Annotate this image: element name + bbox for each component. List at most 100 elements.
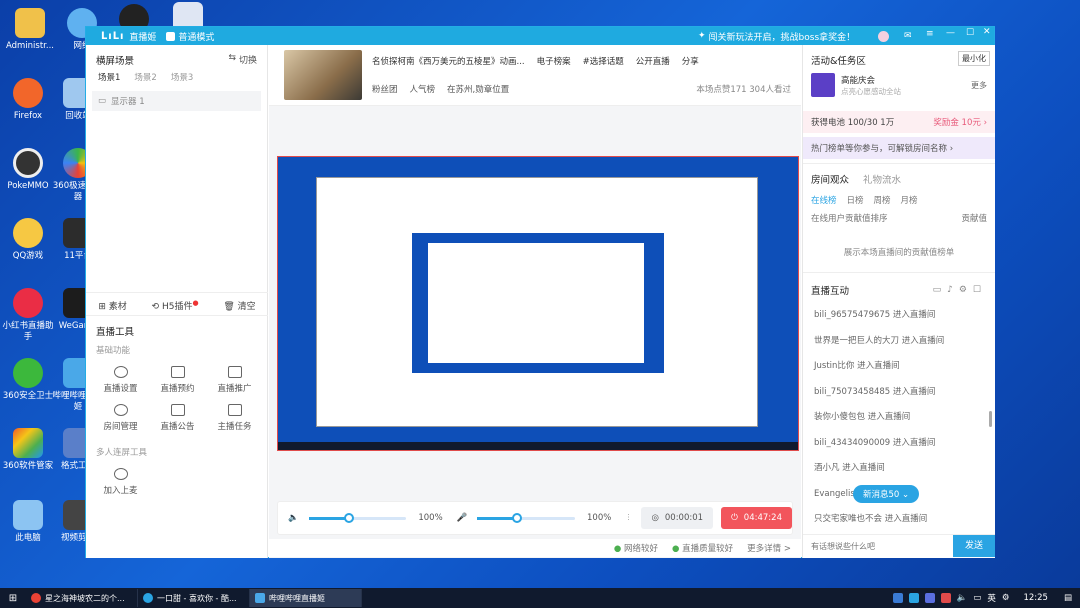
tab-month-rank[interactable]: 月榜 [901, 194, 918, 206]
taskbar-item-bililive[interactable]: 哔哩哔哩直播姬 [250, 589, 362, 607]
more-details-link[interactable]: 更多详情 > [747, 542, 791, 554]
mic-volume-knob[interactable] [512, 512, 523, 523]
ime-indicator[interactable]: 英 [987, 592, 996, 604]
volume-icon[interactable]: 🔈 [957, 593, 968, 603]
stream-meta: 名侦探柯南《西万美元的五棱星》动画... 电子榜案 #选择话题 公开直播 分享 … [372, 50, 791, 105]
mode-icon [166, 31, 176, 41]
reward-link[interactable]: 奖励金 10元 › [933, 116, 987, 128]
calendar-icon [170, 366, 185, 378]
desktop-icon-firefox[interactable]: Firefox [0, 78, 56, 122]
promo-banner[interactable]: ✦ 闯关新玩法开启，挑战boss拿奖金！ [698, 30, 855, 43]
minimize-button[interactable]: — [946, 28, 955, 38]
link-topic[interactable]: #选择话题 [583, 55, 624, 67]
mic-volume-slider[interactable] [477, 512, 575, 523]
desktop-icon-pokemmo[interactable]: PokeMMO [0, 148, 56, 192]
source-item[interactable]: ▭ 显示器 1 [92, 91, 261, 111]
notification-icon[interactable]: ▤ [1064, 593, 1072, 603]
red-dot: ● [192, 299, 199, 307]
tab-scene-3[interactable]: 场景3 [171, 71, 193, 83]
tray-app-icon[interactable] [892, 593, 903, 603]
tab-audience[interactable]: 房间观众 [811, 172, 849, 186]
chat-input[interactable] [803, 535, 953, 557]
h5-plugin-button[interactable]: ⟲ H5插件● [152, 299, 199, 312]
stream-preview[interactable] [277, 156, 799, 451]
new-message-button[interactable]: 新消息50 ⌄ [853, 485, 920, 503]
room-manage-button[interactable]: 房间管理 [92, 404, 149, 432]
monitor-icon: ▭ [98, 96, 107, 106]
join-mic-button[interactable]: 加入上麦 [92, 468, 149, 496]
maximize-button[interactable]: ☐ [966, 28, 974, 38]
tray-app-icon[interactable] [908, 593, 919, 603]
live-settings-button[interactable]: 直播设置 [92, 366, 149, 394]
fan-club-tag[interactable]: 粉丝团 [372, 83, 398, 95]
mail-icon[interactable]: ✉ [904, 31, 912, 41]
share-button[interactable]: 分享 [682, 55, 699, 67]
record-timer[interactable]: ◎ 00:00:01 [641, 507, 714, 529]
multi-title: 多人连屏工具 [96, 448, 148, 458]
menu-icon[interactable]: ≡ [926, 29, 934, 39]
clock[interactable]: 12:25 [1023, 593, 1048, 603]
location-tag[interactable]: 在苏州,勋章位置 [447, 83, 509, 95]
tab-scene-1[interactable]: 场景1 [98, 71, 120, 83]
more-link[interactable]: 更多 [971, 80, 987, 91]
h5-icon: ⟲ [151, 302, 162, 312]
taskbar-item-music[interactable]: 一口甜 - 喜欢你 - 酷... [138, 589, 250, 607]
stream-cover[interactable] [284, 50, 362, 100]
tab-online-rank[interactable]: 在线榜 [811, 194, 837, 206]
live-reserve-button[interactable]: 直播预约 [149, 366, 206, 394]
mic-join-icon [113, 468, 128, 480]
speaker-volume-knob[interactable] [343, 512, 354, 523]
clear-button[interactable]: 🗑 清空 [223, 299, 255, 312]
chat-message: 只交宅家唯也不会 进入直播间 [814, 514, 928, 524]
tab-gifts[interactable]: 礼物流水 [863, 172, 901, 186]
link-case[interactable]: 电子榜案 [537, 55, 571, 67]
tab-scene-2[interactable]: 场景2 [134, 71, 156, 83]
tab-day-rank[interactable]: 日榜 [847, 194, 864, 206]
speaker-volume-slider[interactable] [308, 512, 407, 523]
battery-row[interactable]: 获得电池 100/30 1万 奖励金 10元 › [803, 111, 995, 133]
taskbar-item-browser[interactable]: 星之海神坡农二的个... [26, 589, 138, 607]
contrib-link[interactable]: 贡献值 [961, 212, 987, 224]
desktop-icon-qqgame[interactable]: QQ游戏 [0, 218, 56, 262]
shield-plus-icon [13, 358, 43, 388]
send-button[interactable]: 发送 [953, 535, 995, 557]
event-card[interactable]: 高能庆会 点亮心愿感动全站 更多 [811, 73, 987, 97]
desktop-icon-administrator[interactable]: Administr... [2, 8, 58, 52]
tray-app-icon[interactable] [940, 593, 951, 603]
scrollbar[interactable] [989, 411, 992, 427]
material-button[interactable]: ⊞ 素材 [98, 299, 126, 312]
promo-row[interactable]: 热门榜单等你参与，可解锁房间名称 › [803, 137, 995, 159]
link-public[interactable]: 公开直播 [636, 55, 670, 67]
settings-tray-icon[interactable]: ⚙ [1002, 593, 1010, 603]
right-panel: 活动&任务区 高能庆会 点亮心愿感动全站 更多 获得电池 100/30 1万 奖励… [802, 45, 995, 558]
event-name: 高能庆会 [841, 75, 876, 86]
host-task-button[interactable]: 主播任务 [206, 404, 263, 432]
stream-title[interactable]: 名侦探柯南《西万美元的五棱星》动画... [372, 55, 525, 67]
fire-icon: ✦ [698, 31, 706, 41]
tray-app-icon[interactable] [924, 593, 935, 603]
speaker-icon[interactable]: 🔈 [288, 513, 299, 523]
live-notice-button[interactable]: 直播公告 [149, 404, 206, 432]
desktop-icon-360soft[interactable]: 360软件管家 [0, 428, 56, 472]
mixer-icon[interactable]: ⫶ [627, 513, 629, 523]
interact-tool-icons[interactable]: ▭♪⚙☐ [933, 285, 987, 295]
live-tools-title: 直播工具 [96, 327, 135, 338]
popularity-tag[interactable]: 人气榜 [410, 83, 436, 95]
start-button[interactable]: ⊞ [0, 593, 26, 604]
close-button[interactable]: ✕ [983, 27, 991, 37]
tab-week-rank[interactable]: 周榜 [874, 194, 891, 206]
task-icon [227, 404, 242, 416]
live-promote-button[interactable]: 直播推广 [206, 366, 263, 394]
desktop-icon-this-pc[interactable]: 此电脑 [0, 500, 56, 544]
desktop-icon-360safe[interactable]: 360安全卫士 [0, 358, 56, 402]
mode-button[interactable]: 普通模式 [166, 30, 214, 43]
switch-button[interactable]: ⇆ 切换 [228, 53, 257, 67]
mic-icon[interactable]: 🎤 [457, 513, 468, 523]
network-icon[interactable]: ▭ [973, 593, 981, 603]
user-avatar[interactable] [878, 31, 889, 42]
audience-tabs: 房间观众 礼物流水 [803, 163, 995, 186]
chat-message: bili_96575479675 进入直播间 [814, 310, 936, 320]
check-icon: ● [672, 544, 683, 554]
stop-live-button[interactable]: ⏻ 04:47:24 [721, 507, 792, 529]
desktop-icon-xiaohongshu[interactable]: 小红书直播助手 [0, 288, 56, 343]
